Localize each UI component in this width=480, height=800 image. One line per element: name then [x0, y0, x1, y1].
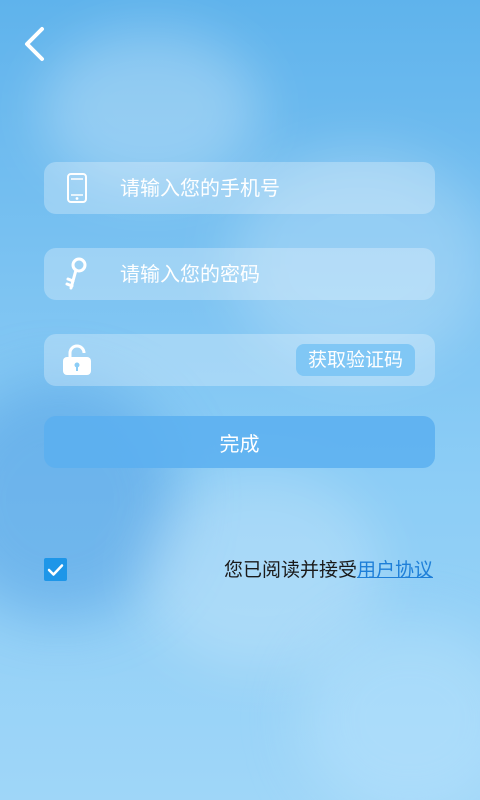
verification-code-input[interactable] [120, 334, 310, 386]
key-icon [62, 257, 92, 290]
submit-button[interactable]: 完成 [44, 416, 435, 468]
back-arrow-icon [25, 27, 44, 61]
phone-field [44, 162, 435, 214]
lock-icon [62, 344, 92, 376]
background-bokeh [300, 620, 480, 800]
agreement-text: 您已阅读并接受 [223, 559, 357, 581]
agree-checkbox[interactable] [44, 558, 67, 581]
register-screen: 获取验证码 完成 您已阅读并接受用户协议 [0, 0, 480, 800]
checkmark-icon [47, 563, 64, 576]
phone-input[interactable] [120, 162, 420, 214]
user-agreement-link[interactable]: 用户协议 [357, 559, 433, 581]
phone-icon [62, 172, 92, 204]
password-field [44, 248, 435, 300]
get-code-button[interactable]: 获取验证码 [295, 344, 415, 376]
back-button[interactable] [16, 24, 52, 64]
agreement-row: 您已阅读并接受用户协议 [224, 556, 433, 584]
verification-code-field: 获取验证码 [44, 334, 435, 386]
password-input[interactable] [120, 248, 420, 300]
